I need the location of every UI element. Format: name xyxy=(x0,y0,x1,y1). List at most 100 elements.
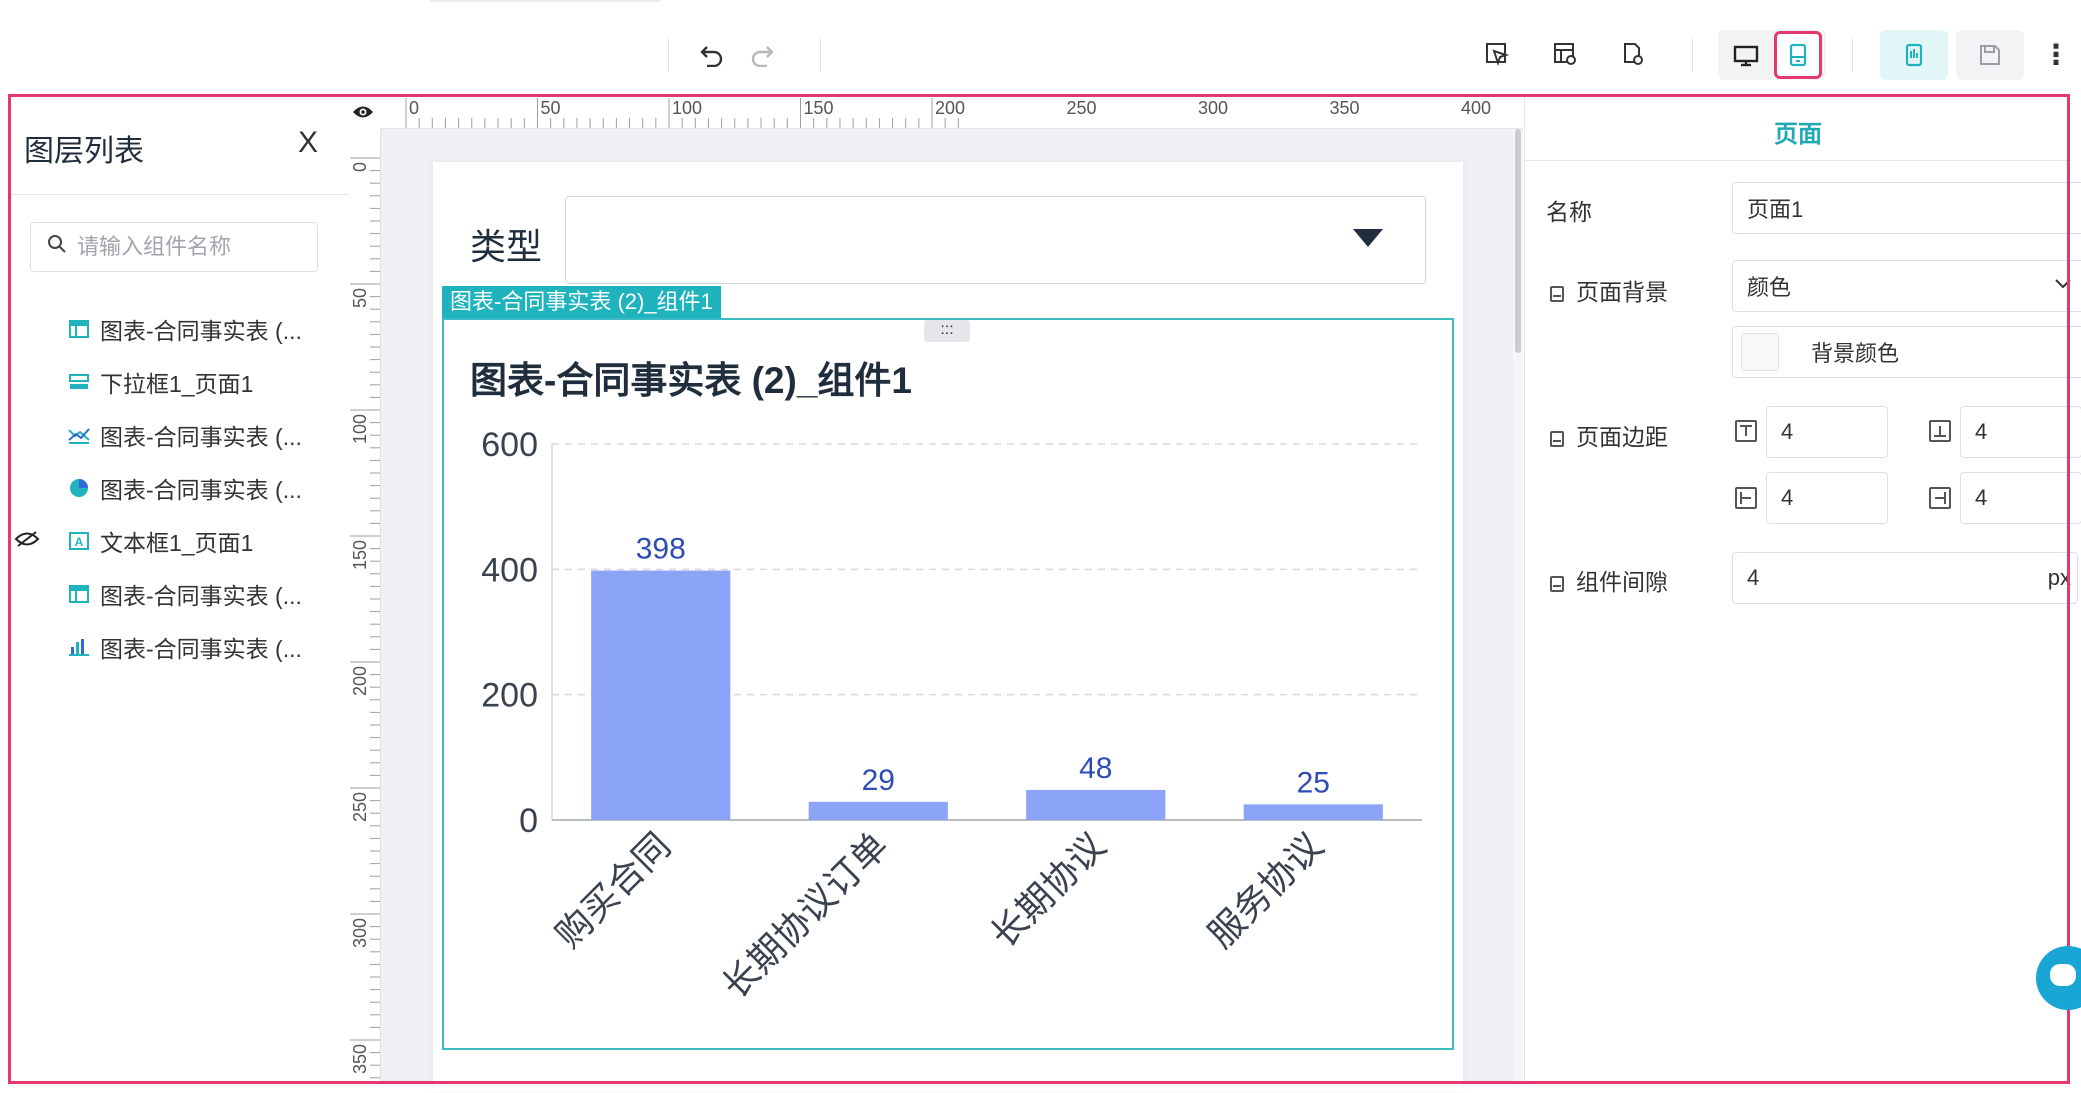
filter-label: 类型 xyxy=(470,226,543,267)
layer-label: 图表-合同事实表 (... xyxy=(100,318,302,344)
more-icon[interactable]: ⋮ xyxy=(2034,32,2078,76)
page-margin-label: 页面边距 xyxy=(1550,418,1668,452)
page-margin-text: 页面边距 xyxy=(1576,424,1668,450)
layer-label: 图表-合同事实表 (... xyxy=(100,424,302,450)
layer-label: 图表-合同事实表 (... xyxy=(100,636,302,662)
data-label: 398 xyxy=(636,533,686,566)
margin-bottom-value: 4 xyxy=(1975,419,1988,444)
layer-label: 图表-合同事实表 (... xyxy=(100,477,302,503)
margin-right-icon xyxy=(1929,487,1951,509)
ruler-label: 350 xyxy=(1330,98,1360,118)
color-swatch[interactable] xyxy=(1741,333,1779,371)
layer-label: 图表-合同事实表 (... xyxy=(100,583,302,609)
svg-text:A: A xyxy=(75,535,84,549)
layer-item[interactable]: 图表-合同事实表 (... xyxy=(8,465,348,511)
layer-item[interactable]: 图表-合同事实表 (... xyxy=(8,624,348,670)
margin-bottom-icon xyxy=(1929,420,1951,442)
undo-icon[interactable] xyxy=(690,32,734,76)
layer-search[interactable] xyxy=(30,222,318,272)
table-icon xyxy=(68,318,90,340)
y-tick-label: 400 xyxy=(481,551,538,589)
margin-left-input[interactable]: 4 xyxy=(1766,472,1888,524)
select-tool-icon[interactable] xyxy=(1475,32,1519,76)
layer-item[interactable]: 图表-合同事实表 (... xyxy=(8,412,348,458)
layer-panel: 图层列表 X 图表-合同事实表 (... 下拉框1_页面1 图表-合同事实表 (… xyxy=(8,96,349,1084)
margin-right-input[interactable]: 4 xyxy=(1960,472,2081,524)
x-tick-label: 购买合同 xyxy=(548,825,679,956)
hidden-eye-icon[interactable] xyxy=(14,528,40,554)
ruler-label: 50 xyxy=(541,98,561,118)
layer-item[interactable]: 图表-合同事实表 (... xyxy=(8,306,348,352)
chat-bubble-shape xyxy=(2050,964,2076,986)
toolbar-divider xyxy=(1692,38,1693,72)
horizontal-ruler: 0 50 100 150 200 250 300 350 400 xyxy=(348,96,1523,129)
toolbar-divider xyxy=(668,38,669,72)
bar[interactable] xyxy=(1243,804,1383,820)
layout-settings-icon[interactable] xyxy=(1543,32,1587,76)
component-gap-input[interactable]: 4 px xyxy=(1732,552,2078,604)
mobile-icon[interactable] xyxy=(1774,31,1822,79)
y-tick-label: 600 xyxy=(481,426,538,464)
property-panel-title: 页面 xyxy=(1774,121,1822,148)
gap-unit: px xyxy=(2047,565,2071,590)
top-strip xyxy=(0,0,2081,19)
ruler-label: 100 xyxy=(350,414,370,444)
desktop-icon[interactable] xyxy=(1724,34,1768,78)
y-tick-label: 200 xyxy=(481,677,538,715)
canvas-scrollbar[interactable] xyxy=(1513,129,1523,1084)
layer-label: 文本框1_页面1 xyxy=(100,530,254,556)
ruler-label: 400 xyxy=(1461,98,1491,118)
dropdown-icon xyxy=(68,371,90,393)
page-bg-text: 页面背景 xyxy=(1576,279,1668,305)
ruler-label: 300 xyxy=(1198,98,1228,118)
bar-chart: 0 200 400 600 398 购买合同 29 长期协议订单 48 长期协议 25 服务协议 xyxy=(481,426,1422,1007)
caret-down-icon xyxy=(1353,229,1383,247)
layer-item[interactable]: A 文本框1_页面1 xyxy=(8,518,348,564)
bar[interactable] xyxy=(1026,789,1166,820)
margin-bottom-input[interactable]: 4 xyxy=(1960,406,2081,458)
eye-icon[interactable] xyxy=(352,100,374,126)
type-select[interactable] xyxy=(565,196,1426,284)
ruler-label: 250 xyxy=(1067,98,1097,118)
x-tick-label: 服务协议 xyxy=(1200,825,1331,956)
ruler-label: 300 xyxy=(350,918,370,948)
vertical-ruler: 0 50 100 150 200 250 300 350 xyxy=(348,128,381,1091)
scrollbar-thumb[interactable] xyxy=(1515,129,1521,353)
page-name-input[interactable]: 页面1 xyxy=(1732,182,2081,234)
page-name-value: 页面1 xyxy=(1747,197,1804,222)
bg-color-label: 背景颜色 xyxy=(1811,341,1900,366)
gap-value: 4 xyxy=(1747,565,1760,590)
table-icon xyxy=(68,583,90,605)
bar[interactable] xyxy=(591,570,731,820)
page-settings-icon[interactable] xyxy=(1611,32,1655,76)
toolbar-divider xyxy=(820,38,821,72)
mobile-setting-icon xyxy=(1550,431,1564,447)
text-box-icon: A xyxy=(68,530,90,552)
ruler-label: 0 xyxy=(350,162,370,172)
page-bg-label: 页面背景 xyxy=(1550,273,1668,307)
x-tick-label: 长期协议 xyxy=(983,825,1114,956)
x-tick-label: 长期协议订单 xyxy=(714,825,896,1007)
drag-handle-icon[interactable]: ::: xyxy=(924,320,970,342)
bg-type-select[interactable]: 颜色 xyxy=(1732,260,2081,312)
bg-color-picker[interactable]: 背景颜色 xyxy=(1732,326,2081,378)
margin-left-value: 4 xyxy=(1781,485,1794,510)
ruler-label: 50 xyxy=(350,288,370,308)
vertical-ruler-scale: 0 50 100 150 200 250 300 350 xyxy=(350,157,380,1091)
layer-panel-title: 图层列表 xyxy=(24,135,144,168)
redo-icon[interactable] xyxy=(740,32,784,76)
save-icon[interactable] xyxy=(1956,30,2024,80)
data-label: 29 xyxy=(862,764,895,797)
close-icon[interactable]: X xyxy=(298,126,318,160)
bar[interactable] xyxy=(808,801,948,820)
ruler-label: 150 xyxy=(350,540,370,570)
mobile-setting-icon xyxy=(1550,576,1564,592)
component-gap-text: 组件间隙 xyxy=(1576,569,1668,595)
tab-indicator xyxy=(430,0,660,2)
layer-item[interactable]: 图表-合同事实表 (... xyxy=(8,571,348,617)
ruler-label: 150 xyxy=(804,98,834,118)
search-input[interactable] xyxy=(75,233,299,261)
preview-icon[interactable] xyxy=(1880,30,1948,80)
margin-top-input[interactable]: 4 xyxy=(1766,406,1888,458)
layer-item[interactable]: 下拉框1_页面1 xyxy=(8,359,348,405)
